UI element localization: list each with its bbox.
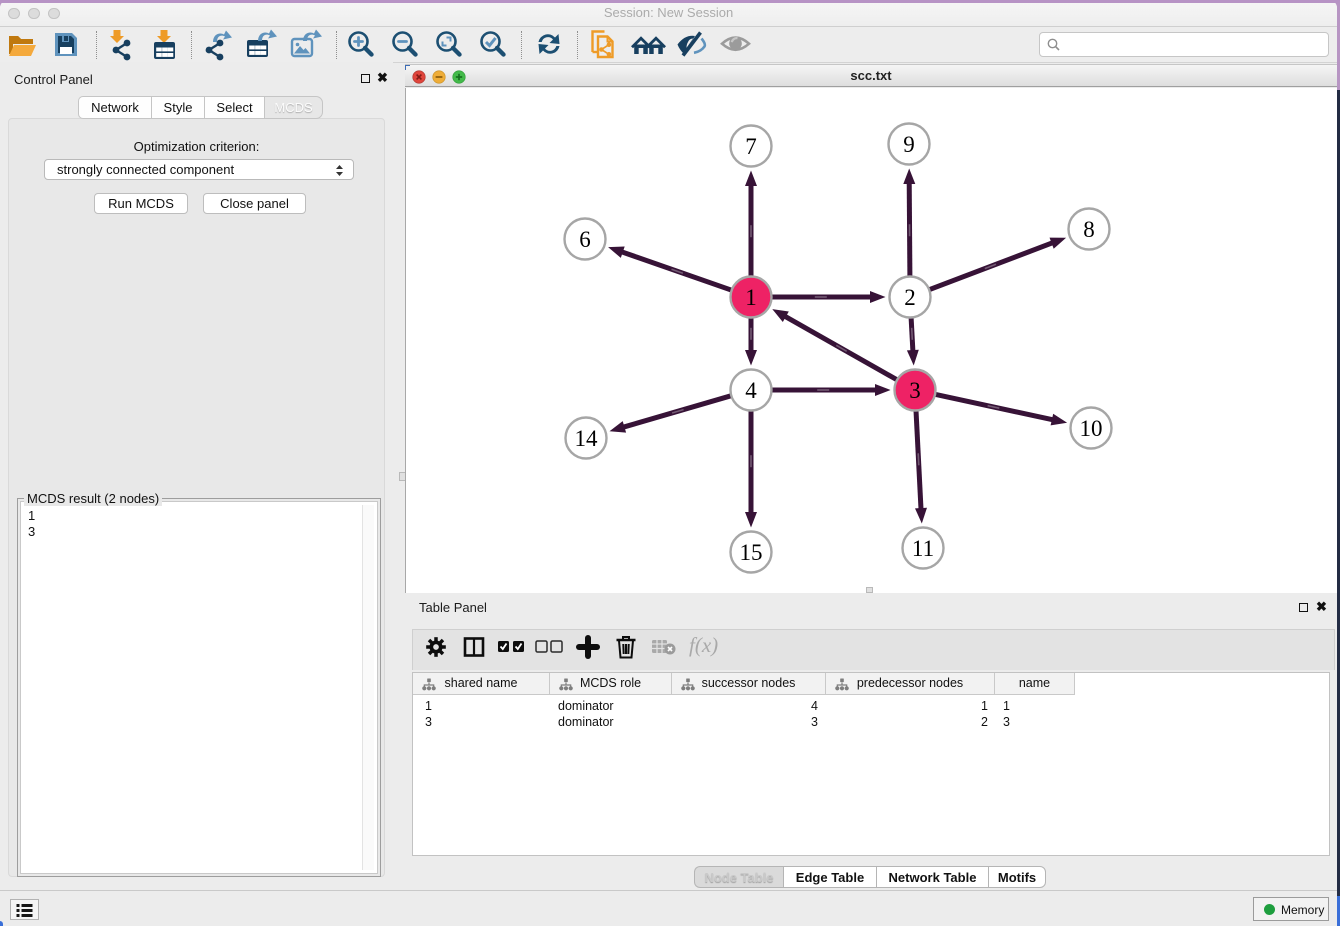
svg-text:6: 6: [579, 227, 591, 252]
svg-text:10: 10: [1080, 416, 1103, 441]
svg-text:4: 4: [745, 378, 757, 403]
svg-text:14: 14: [575, 426, 599, 451]
svg-text:3: 3: [909, 378, 921, 403]
svg-text:7: 7: [745, 134, 757, 159]
svg-text:11: 11: [912, 536, 934, 561]
svg-text:15: 15: [740, 540, 763, 565]
svg-text:2: 2: [904, 285, 916, 310]
svg-text:8: 8: [1083, 217, 1095, 242]
svg-text:1: 1: [745, 285, 757, 310]
svg-text:9: 9: [903, 132, 915, 157]
